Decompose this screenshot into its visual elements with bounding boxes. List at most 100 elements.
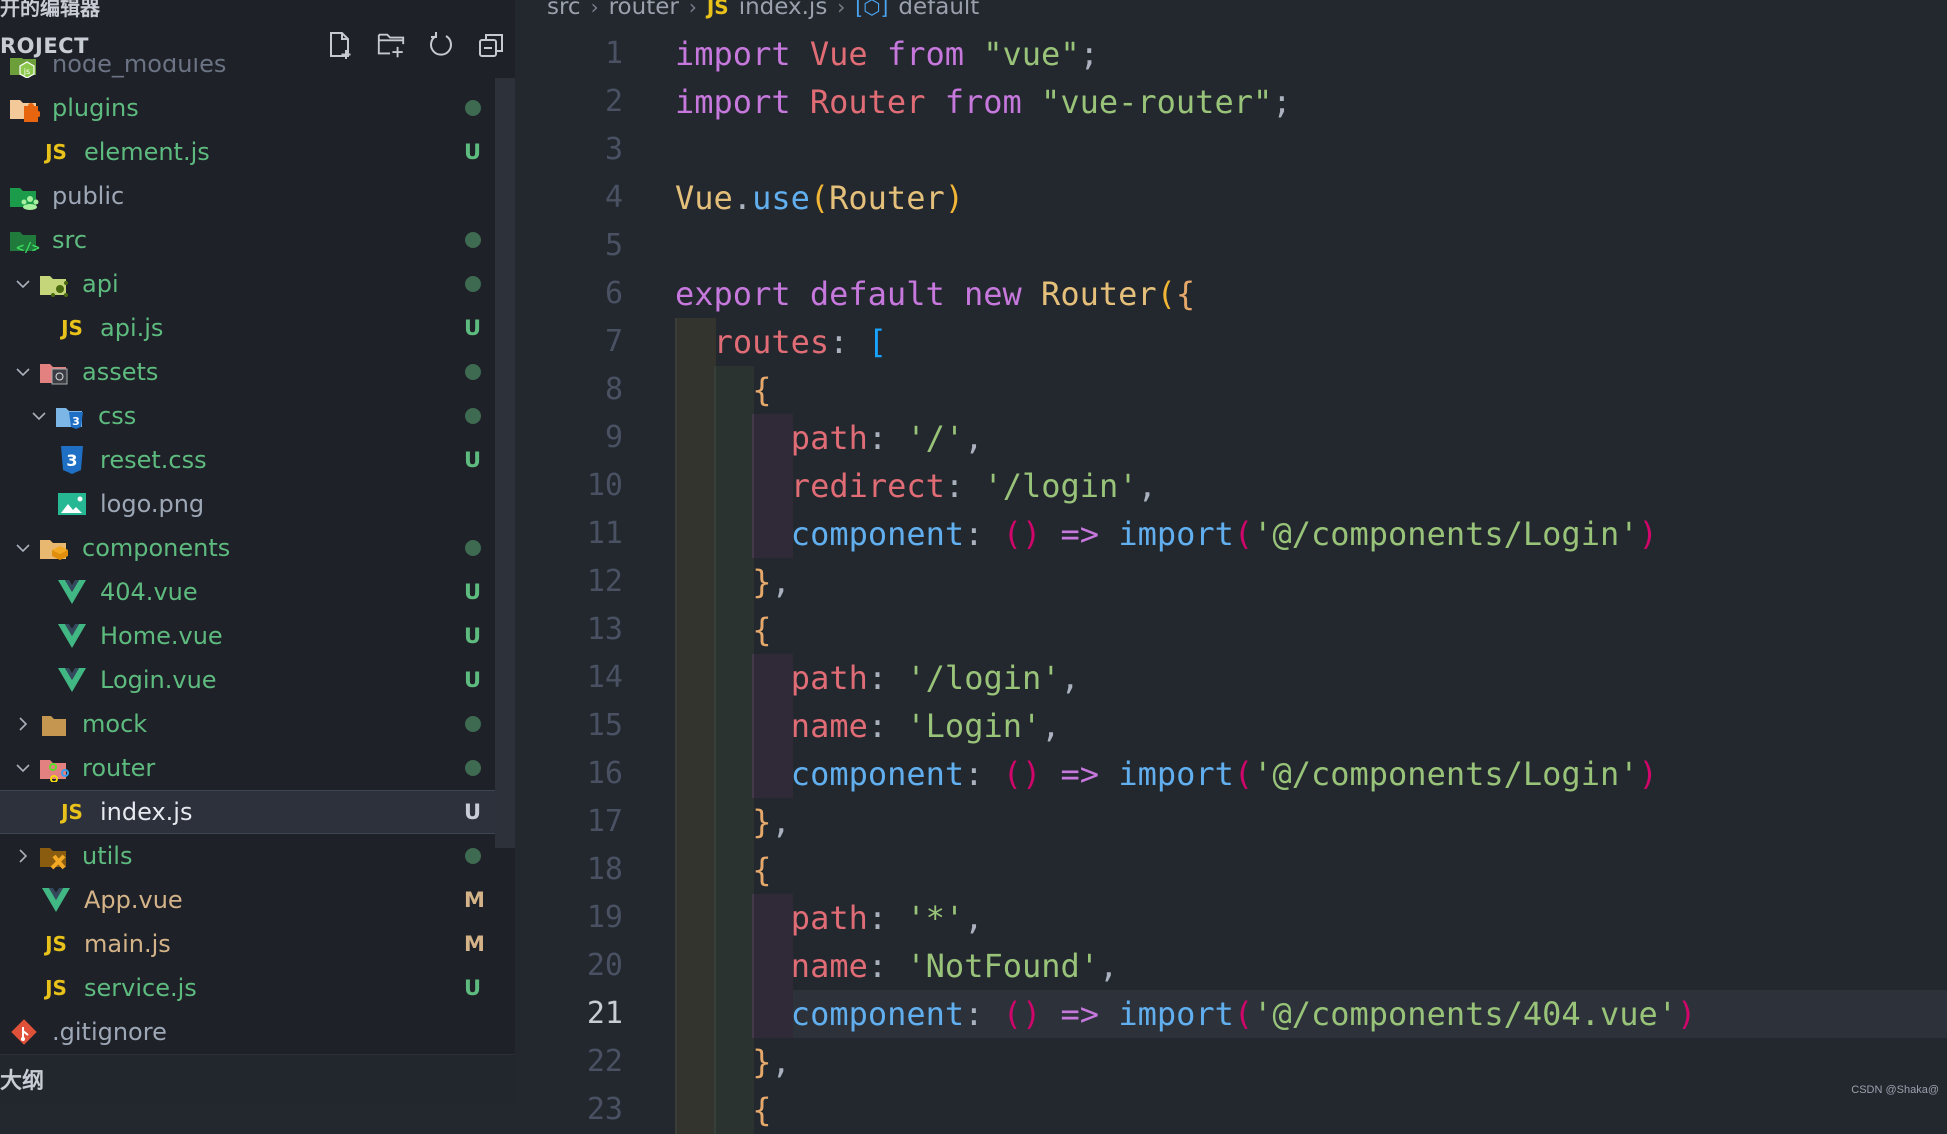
tree-file[interactable]: logo.png — [0, 482, 515, 526]
vue-file-icon — [56, 577, 88, 607]
tree-item-label: css — [98, 402, 137, 430]
code-text: import Router from "vue-router"; — [675, 83, 1292, 121]
js-file-icon: JS — [45, 976, 67, 1000]
tree-item-label: .gitignore — [52, 1018, 167, 1046]
outline-panel-header[interactable]: 大纲 — [0, 1054, 515, 1103]
code-line[interactable]: 20 name: 'NotFound', — [515, 942, 1947, 990]
open-editors-header[interactable]: 开的编辑器 — [0, 0, 100, 21]
code-line[interactable]: 21 component: () => import('@/components/… — [515, 990, 1947, 1038]
tree-file[interactable]: JS api.js U — [0, 306, 515, 350]
code-line[interactable]: 4 Vue.use(Router) — [515, 174, 1947, 222]
chevron-right-icon: › — [837, 0, 846, 19]
git-status-badge: U — [464, 580, 482, 604]
code-text: { — [752, 851, 772, 889]
tree-file[interactable]: Login.vue U — [0, 658, 515, 702]
breadcrumb-src[interactable]: src — [547, 0, 581, 20]
tree-folder[interactable]: api — [0, 262, 515, 306]
code-line[interactable]: 12}, — [515, 558, 1947, 606]
tree-file[interactable]: JS element.js U — [0, 130, 515, 174]
code-line[interactable]: 6 export default new Router({ — [515, 270, 1947, 318]
tree-folder[interactable]: router — [0, 746, 515, 790]
tree-folder[interactable]: assets — [0, 350, 515, 394]
tree-folder[interactable]: js node_modules — [0, 58, 515, 86]
tree-file[interactable]: JS main.js M — [0, 922, 515, 966]
tree-folder[interactable]: plugins — [0, 86, 515, 130]
tree-file[interactable]: 404.vue U — [0, 570, 515, 614]
code-line[interactable]: 7 routes: [ — [515, 318, 1947, 366]
tree-folder[interactable]: mock — [0, 702, 515, 746]
code-line[interactable]: 18 { — [515, 846, 1947, 894]
tree-item-label: service.js — [84, 974, 197, 1002]
new-file-icon[interactable] — [326, 30, 356, 60]
code-line[interactable]: 17}, — [515, 798, 1947, 846]
tree-folder[interactable]: utils — [0, 834, 515, 878]
code-line[interactable]: 19 path: '*', — [515, 894, 1947, 942]
tree-file[interactable]: App.vue M — [0, 878, 515, 922]
line-number: 21 — [586, 996, 623, 1031]
project-label[interactable]: ROJECT — [0, 34, 89, 58]
sidebar-scrollbar[interactable] — [495, 78, 515, 848]
code-line[interactable]: 3 — [515, 126, 1947, 174]
git-status-dot — [465, 276, 481, 292]
tree-file[interactable]: .gitignore — [0, 1010, 515, 1054]
svg-text:3: 3 — [66, 451, 77, 470]
git-status-badge: U — [464, 668, 482, 692]
tree-item-label: plugins — [52, 94, 139, 122]
chevron-down-icon[interactable] — [14, 539, 32, 557]
code-line[interactable]: 22}, — [515, 1038, 1947, 1086]
breadcrumb-symbol[interactable]: default — [898, 0, 979, 20]
chevron-down-icon[interactable] — [30, 407, 48, 425]
chevron-down-icon[interactable] — [14, 759, 32, 777]
git-status-badge: U — [464, 140, 482, 164]
tree-file[interactable]: JS service.js U — [0, 966, 515, 1010]
chevron-right-icon[interactable] — [14, 847, 32, 865]
tree-file[interactable]: JS index.js U — [0, 790, 515, 834]
tree-folder[interactable]: public — [0, 174, 515, 218]
line-number: 15 — [586, 708, 623, 743]
code-text: name: 'Login', — [790, 707, 1061, 745]
code-line[interactable]: 13 { — [515, 606, 1947, 654]
code-text: routes: [ — [713, 323, 887, 361]
tree-folder[interactable]: 3 css — [0, 394, 515, 438]
code-line[interactable]: 1 import Vue from "vue"; — [515, 30, 1947, 78]
js-file-icon: JS — [61, 800, 83, 824]
breadcrumb-router[interactable]: router — [609, 0, 679, 20]
code-line[interactable]: 5 — [515, 222, 1947, 270]
tree-folder[interactable]: </> src — [0, 218, 515, 262]
code-line[interactable]: 10 redirect: '/login', — [515, 462, 1947, 510]
chevron-down-icon[interactable] — [14, 275, 32, 293]
git-status-dot — [465, 760, 481, 776]
js-file-icon: JS — [61, 316, 83, 340]
code-line[interactable]: 2 import Router from "vue-router"; — [515, 78, 1947, 126]
code-line[interactable]: 23 { — [515, 1086, 1947, 1134]
code-text: export default new Router({ — [675, 275, 1196, 313]
tree-item-label: assets — [82, 358, 159, 386]
code-line[interactable]: 8{ — [515, 366, 1947, 414]
new-folder-icon[interactable] — [376, 30, 406, 60]
chevron-right-icon[interactable] — [14, 715, 32, 733]
line-number: 23 — [586, 1092, 623, 1127]
tree-folder[interactable]: components — [0, 526, 515, 570]
code-line[interactable]: 9 path: '/', — [515, 414, 1947, 462]
breadcrumb-file[interactable]: index.js — [739, 0, 828, 20]
code-text: path: '*', — [790, 899, 984, 937]
code-text: { — [752, 1091, 772, 1129]
code-line[interactable]: 11 component: () => import('@/components/… — [515, 510, 1947, 558]
code-text: component: () => import('@/components/Lo… — [790, 515, 1658, 553]
symbol-variable-icon: [⬡] — [855, 0, 889, 19]
tree-file[interactable]: 3 reset.css U — [0, 438, 515, 482]
line-number: 2 — [604, 84, 623, 119]
tree-file[interactable]: Home.vue U — [0, 614, 515, 658]
code-line[interactable]: 14 path: '/login', — [515, 654, 1947, 702]
code-editor[interactable]: 1 import Vue from "vue"; 2 import Router fr… — [515, 30, 1947, 1134]
code-line[interactable]: 16 component: () => import('@/components/… — [515, 750, 1947, 798]
code-line[interactable]: 15 name: 'Login', — [515, 702, 1947, 750]
js-file-icon: JS — [45, 140, 67, 164]
code-text: path: '/login', — [790, 659, 1080, 697]
refresh-icon[interactable] — [426, 30, 456, 60]
chevron-down-icon[interactable] — [14, 363, 32, 381]
collapse-all-icon[interactable] — [476, 30, 506, 60]
chevron-right-icon: › — [688, 0, 697, 19]
line-number: 17 — [586, 804, 623, 839]
tree-item-label: element.js — [84, 138, 210, 166]
